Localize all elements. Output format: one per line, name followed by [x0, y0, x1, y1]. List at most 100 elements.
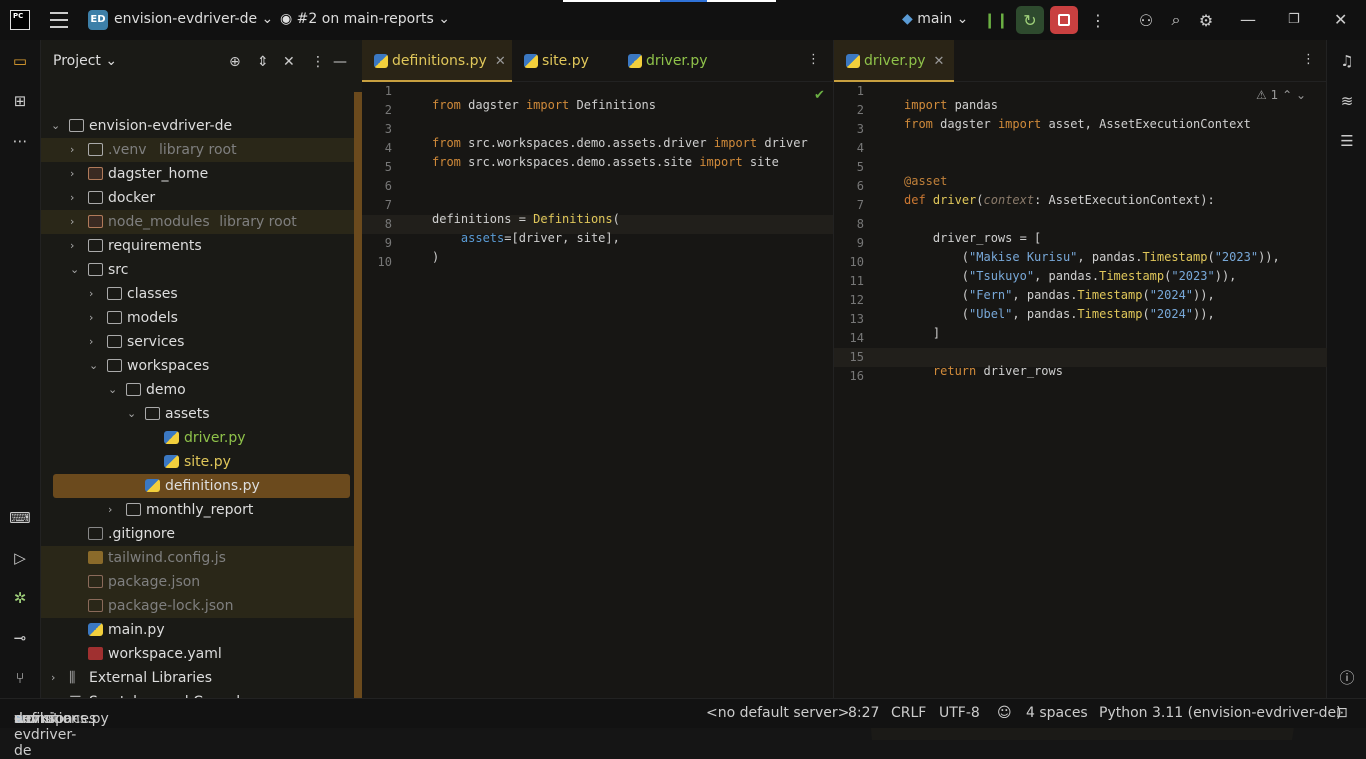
tree-item[interactable]: site.py: [41, 450, 362, 474]
file-encoding[interactable]: UTF-8: [939, 705, 980, 721]
more-tools-icon[interactable]: ⋯: [9, 130, 31, 152]
commit-icon[interactable]: ⊸: [9, 627, 31, 649]
database-icon[interactable]: ≋: [1336, 90, 1358, 112]
chevron-right-icon[interactable]: ›: [89, 306, 93, 330]
chevron-right-icon[interactable]: ›: [89, 330, 93, 354]
notifications-icon[interactable]: ♫: [1336, 50, 1358, 72]
tree-item[interactable]: ⌄ assets: [41, 402, 362, 426]
tree-item[interactable]: › .venv library root: [41, 138, 362, 162]
line-number: 14: [849, 331, 864, 345]
close-tab-icon[interactable]: ✕: [495, 54, 506, 69]
git-icon[interactable]: ⑂: [9, 667, 31, 689]
project-scrollbar[interactable]: [354, 92, 362, 698]
gear-icon[interactable]: ⚙: [1192, 6, 1220, 34]
tree-item-label: envision-evdriver-de: [89, 118, 233, 134]
python-interpreter[interactable]: Python 3.11 (envision-evdriver-de): [1099, 705, 1342, 721]
tab-definitions[interactable]: definitions.py ✕: [362, 40, 512, 82]
server-status[interactable]: <no default server>: [706, 705, 849, 721]
run-icon[interactable]: ▷: [9, 547, 31, 569]
pause-icon[interactable]: ❙❙: [982, 6, 1010, 34]
ai-assistant-icon[interactable]: ☺: [997, 705, 1012, 721]
expand-all-icon[interactable]: ⇕: [257, 54, 269, 70]
folder-icon: [107, 311, 122, 324]
project-badge[interactable]: ED: [88, 10, 108, 30]
tab-options-icon[interactable]: ⋮: [1302, 52, 1315, 67]
cursor-position[interactable]: 8:27: [848, 705, 879, 721]
chevron-down-icon[interactable]: ⌄: [89, 354, 98, 378]
tab-options-icon[interactable]: ⋮: [807, 52, 820, 67]
code-driver[interactable]: import pandas from dagster import asset, …: [904, 82, 1280, 428]
main-menu-icon[interactable]: [50, 12, 68, 28]
add-user-icon[interactable]: ⚇: [1132, 6, 1160, 34]
chevron-down-icon[interactable]: ⌄: [51, 114, 60, 138]
locate-icon[interactable]: ⊕: [229, 54, 241, 70]
terminal-icon[interactable]: ⌨: [9, 507, 31, 529]
maximize-icon[interactable]: ❐: [1288, 12, 1300, 27]
tree-item[interactable]: › classes: [41, 282, 362, 306]
project-selector[interactable]: envision-evdriver-de ⌄: [114, 11, 273, 27]
tree-item[interactable]: › monthly_report: [41, 498, 362, 522]
folder-icon: [107, 287, 122, 300]
project-panel-title[interactable]: Project ⌄: [53, 53, 117, 69]
chevron-right-icon[interactable]: ›: [51, 666, 55, 690]
tab-driver[interactable]: driver.py: [616, 40, 726, 82]
tree-item[interactable]: package.json: [41, 570, 362, 594]
lock-icon[interactable]: ⊡: [1336, 705, 1348, 721]
run-config-selector[interactable]: ◆ main ⌄: [902, 11, 968, 27]
line-separator[interactable]: CRLF: [891, 705, 926, 721]
chevron-right-icon[interactable]: ›: [70, 210, 74, 234]
tree-item[interactable]: ⌄ workspaces: [41, 354, 362, 378]
tree-item[interactable]: .gitignore: [41, 522, 362, 546]
tree-item[interactable]: ⌄ demo: [41, 378, 362, 402]
tree-item[interactable]: › ⫼ External Libraries: [41, 666, 362, 690]
close-icon[interactable]: ✕: [1334, 10, 1347, 29]
editor-left: definitions.py ✕ site.py driver.py ⋮ 1234…: [362, 40, 1298, 740]
chevron-right-icon[interactable]: ›: [70, 234, 74, 258]
chevron-right-icon[interactable]: ›: [70, 186, 74, 210]
tree-item-label: models: [127, 310, 178, 326]
debug-rerun-icon[interactable]: ↻: [1016, 6, 1044, 34]
collapse-all-icon[interactable]: ✕: [283, 54, 295, 70]
tree-item[interactable]: › models: [41, 306, 362, 330]
tree-item[interactable]: workspace.yaml: [41, 642, 362, 666]
vcs-selector[interactable]: ◉ #2 on main-reports ⌄: [280, 11, 450, 27]
tree-item[interactable]: definitions.py: [53, 474, 350, 498]
tree-item[interactable]: › requirements: [41, 234, 362, 258]
python-file-icon: [145, 479, 160, 492]
tree-item[interactable]: › docker: [41, 186, 362, 210]
chevron-right-icon[interactable]: ›: [89, 282, 93, 306]
tree-item[interactable]: main.py: [41, 618, 362, 642]
line-number: 9: [384, 236, 392, 250]
tree-item[interactable]: ⌄ src: [41, 258, 362, 282]
tree-item[interactable]: › node_modules library root: [41, 210, 362, 234]
chevron-down-icon[interactable]: ⌄: [127, 402, 136, 426]
stop-button[interactable]: [1050, 6, 1078, 34]
search-icon[interactable]: ⌕: [1162, 6, 1190, 34]
indent-setting[interactable]: 4 spaces: [1026, 705, 1088, 721]
tree-item[interactable]: › services: [41, 330, 362, 354]
breadcrumb-item[interactable]: definitions.py: [14, 711, 109, 727]
close-tab-icon[interactable]: ✕: [934, 54, 945, 69]
structure-icon[interactable]: ⊞: [9, 90, 31, 112]
tree-item[interactable]: ⌄ envision-evdriver-de: [41, 114, 362, 138]
tree-item[interactable]: › dagster_home: [41, 162, 362, 186]
code-definitions[interactable]: from dagster import Definitions from src…: [432, 82, 808, 314]
pycharm-logo: PC: [10, 10, 30, 30]
chevron-right-icon[interactable]: ›: [70, 162, 74, 186]
chevron-down-icon[interactable]: ⌄: [108, 378, 117, 402]
chevron-right-icon[interactable]: ›: [108, 498, 112, 522]
chevron-up-icon: ⌃: [1282, 88, 1293, 102]
tab-driver-right[interactable]: driver.py ✕: [834, 40, 954, 82]
tree-item[interactable]: tailwind.config.js: [41, 546, 362, 570]
folder-icon[interactable]: ▭: [9, 50, 31, 72]
more-actions-icon[interactable]: ⋮: [1084, 6, 1112, 34]
tree-item[interactable]: package-lock.json: [41, 594, 362, 618]
hide-panel-icon[interactable]: —: [333, 54, 347, 70]
tree-item[interactable]: driver.py: [41, 426, 362, 450]
chevron-right-icon[interactable]: ›: [70, 138, 74, 162]
debug-icon[interactable]: ✲: [9, 587, 31, 609]
tab-site[interactable]: site.py: [512, 40, 616, 82]
chevron-down-icon[interactable]: ⌄: [70, 258, 79, 282]
options-icon[interactable]: ⋮: [311, 54, 325, 70]
minimize-icon[interactable]: —: [1240, 10, 1256, 29]
